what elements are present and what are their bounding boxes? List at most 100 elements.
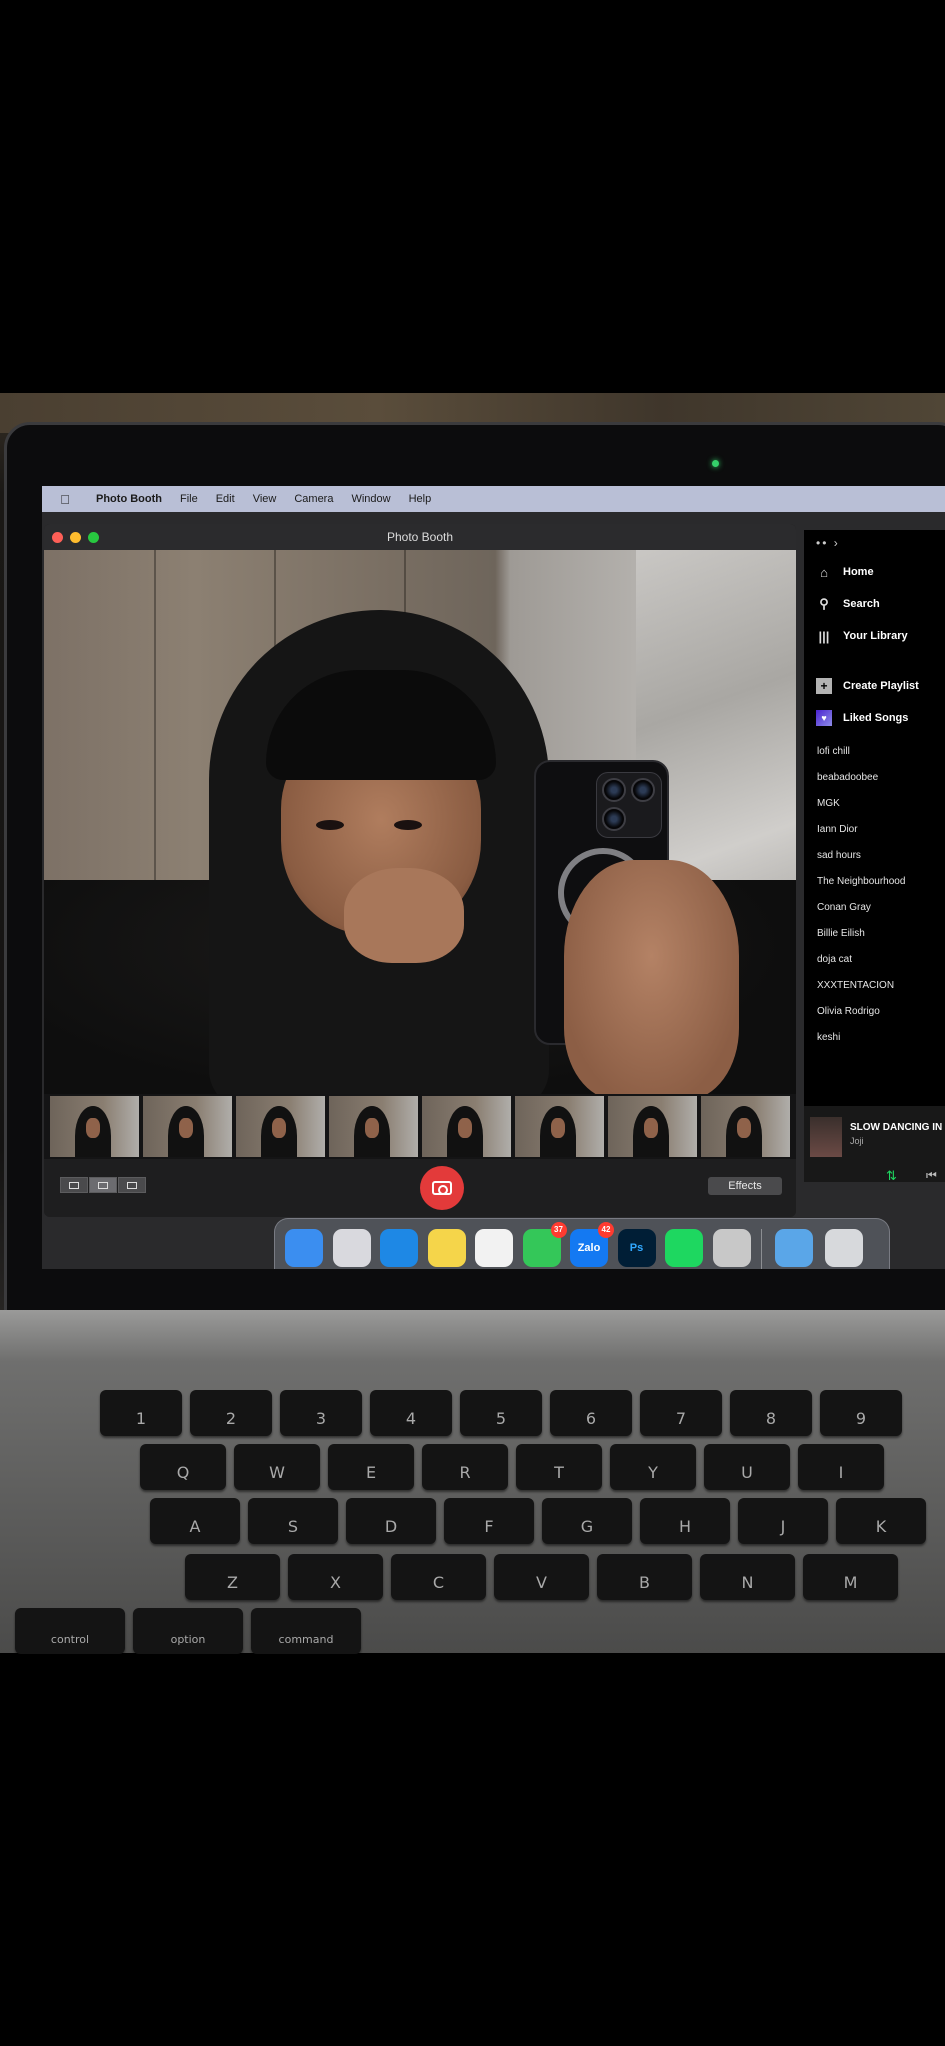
finder-icon[interactable] [285, 1229, 323, 1267]
playlist-item[interactable]: Olivia Rodrigo [817, 1006, 880, 1017]
sidebar-item-search[interactable]: ⚲ Search [816, 596, 879, 612]
playlist-item[interactable]: keshi [817, 1032, 840, 1043]
playlist-item[interactable]: beabadoobee [817, 772, 878, 783]
liked-songs-button[interactable]: ♥ Liked Songs [816, 710, 908, 726]
keyboard-key[interactable]: B [597, 1554, 692, 1600]
photos-icon[interactable] [475, 1229, 513, 1267]
spotify-icon[interactable] [665, 1229, 703, 1267]
keyboard-row: ZXCVBNM [185, 1554, 906, 1600]
launchpad-icon[interactable] [332, 1229, 371, 1267]
keyboard-key[interactable]: V [494, 1554, 589, 1600]
keyboard-key[interactable]: 3 [280, 1390, 362, 1436]
menu-help[interactable]: Help [409, 493, 432, 505]
keyboard-key[interactable]: G [542, 1498, 632, 1544]
menu-file[interactable]: File [180, 493, 198, 505]
effects-button[interactable]: Effects [708, 1177, 782, 1195]
sidebar-item-library[interactable]: ||| Your Library [816, 628, 908, 644]
playlist-item[interactable]: The Neighbourhood [817, 876, 905, 887]
keyboard-key[interactable]: Z [185, 1554, 280, 1600]
keyboard-key[interactable]: Q [140, 1444, 226, 1490]
single-photo-mode-button[interactable] [60, 1177, 88, 1193]
menu-camera[interactable]: Camera [294, 493, 333, 505]
keyboard-key[interactable]: T [516, 1444, 602, 1490]
sidebar-item-label: Liked Songs [843, 712, 909, 724]
keyboard-key[interactable]: N [700, 1554, 795, 1600]
photo-thumbnail[interactable] [50, 1096, 139, 1157]
keyboard-key[interactable]: A [150, 1498, 240, 1544]
four-up-mode-button[interactable] [89, 1177, 117, 1193]
menu-view[interactable]: View [253, 493, 277, 505]
keyboard-key[interactable]: 6 [550, 1390, 632, 1436]
messages-icon[interactable]: 37 [522, 1222, 567, 1267]
keyboard-key[interactable]: C [391, 1554, 486, 1600]
keyboard-key[interactable]: W [234, 1444, 320, 1490]
keyboard-key[interactable]: 4 [370, 1390, 452, 1436]
keyboard-key[interactable]: I [798, 1444, 884, 1490]
keyboard-key[interactable]: option [133, 1608, 243, 1654]
window-title: Photo Booth [386, 530, 454, 544]
notes-icon[interactable] [427, 1229, 466, 1267]
photo-thumbnail[interactable] [608, 1096, 697, 1157]
menu-window[interactable]: Window [351, 493, 390, 505]
safari-icon[interactable] [380, 1229, 418, 1267]
shuffle-icon[interactable]: ⇅ [886, 1168, 897, 1184]
playlist-item[interactable]: XXXTENTACION [817, 980, 894, 991]
keyboard-key[interactable]: F [444, 1498, 534, 1544]
menu-app-name[interactable]: Photo Booth [96, 493, 162, 505]
keyboard-key[interactable]: Y [610, 1444, 696, 1490]
sidebar-item-home[interactable]: ⌂ Home [816, 564, 874, 580]
take-photo-button[interactable] [420, 1166, 464, 1210]
keyboard-row: control option command [15, 1608, 369, 1654]
trash-icon[interactable] [825, 1229, 863, 1267]
keyboard-key[interactable]: J [738, 1498, 828, 1544]
menu-edit[interactable]: Edit [216, 493, 235, 505]
track-title[interactable]: SLOW DANCING IN T [850, 1122, 945, 1133]
playlist-item[interactable]: Iann Dior [817, 824, 858, 835]
video-mode-button[interactable] [118, 1177, 146, 1193]
playlist-item[interactable]: sad hours [817, 850, 861, 861]
keyboard-key[interactable]: S [248, 1498, 338, 1544]
keyboard-key[interactable]: U [704, 1444, 790, 1490]
keyboard-row: 123456789 [100, 1390, 910, 1436]
keyboard-key[interactable]: E [328, 1444, 414, 1490]
playlist-item[interactable]: MGK [817, 798, 840, 809]
playlist-item[interactable]: Billie Eilish [817, 928, 865, 939]
keyboard-key[interactable]: command [251, 1608, 361, 1654]
keyboard-key[interactable]: H [640, 1498, 730, 1544]
photo-thumbnail[interactable] [329, 1096, 418, 1157]
playlist-item[interactable]: Conan Gray [817, 902, 871, 913]
history-nav[interactable]: •• › [816, 536, 840, 550]
album-art[interactable] [810, 1117, 842, 1157]
keyboard-key[interactable]: 2 [190, 1390, 272, 1436]
playlist-item[interactable]: doja cat [817, 954, 852, 965]
now-playing-bar: SLOW DANCING IN T Joji ⇅ ⏮ [804, 1106, 945, 1184]
keyboard-key[interactable]: control [15, 1608, 125, 1654]
keyboard-key[interactable]: R [422, 1444, 508, 1490]
keyboard-key[interactable]: K [836, 1498, 926, 1544]
sidebar-item-label: Your Library [843, 630, 908, 642]
keyboard-key[interactable]: X [288, 1554, 383, 1600]
create-playlist-button[interactable]: + Create Playlist [816, 678, 919, 694]
photo-thumbnail[interactable] [143, 1096, 232, 1157]
keyboard-key[interactable]: 7 [640, 1390, 722, 1436]
apple-menu-icon[interactable]:  [54, 492, 76, 507]
keyboard-key[interactable]: D [346, 1498, 436, 1544]
downloads-folder-icon[interactable] [775, 1229, 813, 1267]
photo-thumbnail[interactable] [236, 1096, 325, 1157]
keyboard-key[interactable]: M [803, 1554, 898, 1600]
photo-thumbnail[interactable] [422, 1096, 511, 1157]
zalo-icon[interactable]: Zalo 42 [570, 1222, 614, 1267]
photo-thumbnail[interactable] [515, 1096, 604, 1157]
photoshop-icon[interactable]: Ps [617, 1229, 656, 1267]
photo-thumbnail[interactable] [701, 1096, 790, 1157]
previous-track-icon[interactable]: ⏮ [926, 1168, 937, 1183]
keyboard-key[interactable]: 5 [460, 1390, 542, 1436]
track-artist[interactable]: Joji [850, 1136, 864, 1146]
keyboard-key[interactable]: 9 [820, 1390, 902, 1436]
keyboard-key[interactable]: 8 [730, 1390, 812, 1436]
playlist-item[interactable]: lofi chill [817, 746, 850, 757]
keyboard-key[interactable]: 1 [100, 1390, 182, 1436]
photo-booth-icon[interactable] [712, 1229, 751, 1267]
window-titlebar: Photo Booth [44, 524, 796, 550]
photo-booth-window: Photo Booth Effects [44, 524, 796, 1217]
